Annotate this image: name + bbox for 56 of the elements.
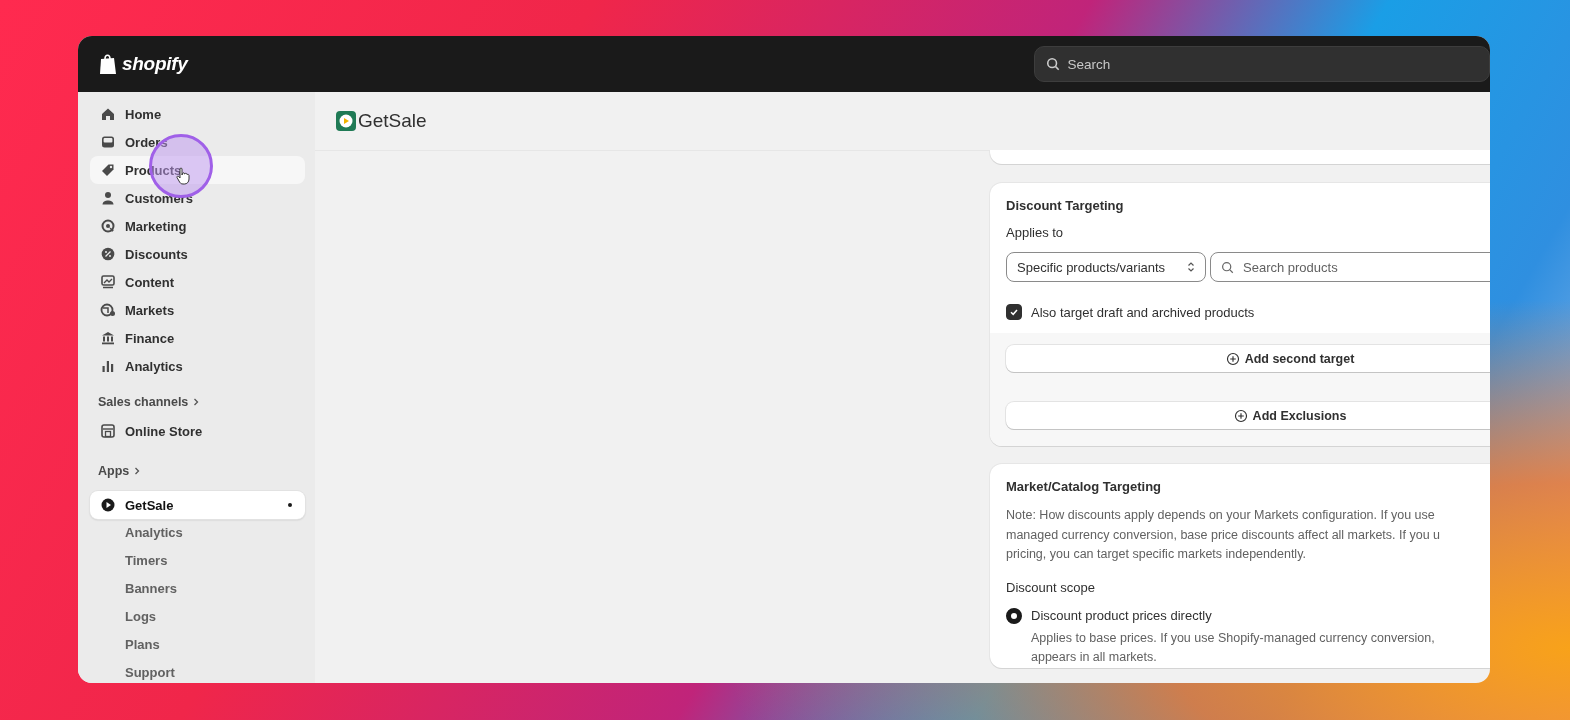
app-logo-icon <box>336 111 356 131</box>
sidebar-item[interactable]: Home <box>90 100 305 128</box>
option-description: Applies to base prices. If you use Shopify-managed currency conversion, appears in all markets. <box>1030 629 1436 666</box>
sidebar-subitem[interactable]: Logs <box>125 603 315 631</box>
tray-icon <box>100 134 116 150</box>
section-heading[interactable]: Sales channels <box>98 395 189 409</box>
search-icon <box>1046 57 1061 71</box>
chevron-right-icon <box>192 397 201 407</box>
sidebar-subitem[interactable]: Analytics <box>125 519 315 547</box>
field-label: Discount scope <box>1005 578 1096 596</box>
shopping-bag-icon <box>98 53 118 75</box>
section-heading[interactable]: Apps <box>98 464 130 478</box>
tag-icon <box>100 162 116 178</box>
chevron-right-icon <box>133 466 142 476</box>
card-title: Discount Targeting <box>1005 197 1125 213</box>
sidebar-item[interactable]: Discounts <box>90 240 305 268</box>
house-icon <box>100 106 116 122</box>
sidebar-subitem[interactable]: Timers <box>125 547 315 575</box>
note-text: Note: How discounts apply depends on your Markets configuration. If you use managed currency conversion, base price discounts affect all markets. If you u pricing, you can target specific markets independently. <box>1005 507 1441 563</box>
radio-button[interactable] <box>1006 607 1022 624</box>
applies-to-select[interactable]: Specific products/variants <box>1006 252 1206 282</box>
target-icon <box>100 218 116 234</box>
app-title: GetSale <box>358 110 427 132</box>
image-icon <box>100 274 116 290</box>
sidebar-subitem[interactable]: Support <box>125 659 315 683</box>
checkbox-label: Also target draft and archived products <box>1031 304 1255 320</box>
globe-icon <box>100 302 116 318</box>
card-title: Market/Catalog Targeting <box>1005 478 1163 494</box>
search-icon <box>1221 260 1234 274</box>
person-icon <box>100 190 116 206</box>
sidebar-item[interactable]: Online Store <box>90 417 305 445</box>
sidebar-item[interactable]: Customers <box>90 184 305 212</box>
sidebar-item[interactable]: Finance <box>90 324 305 352</box>
radio-label: Discount product prices directly <box>1031 608 1212 623</box>
add-button[interactable]: Add second target <box>1006 345 1490 372</box>
storefront-icon <box>100 423 116 439</box>
sidebar-item[interactable]: GetSale <box>90 491 305 519</box>
bar-chart-icon <box>100 358 116 374</box>
sidebar-subitem[interactable]: Banners <box>125 575 315 603</box>
plus-circle-icon <box>1233 408 1248 423</box>
sidebar-item[interactable]: Marketing <box>90 212 305 240</box>
play-circle-icon <box>100 497 116 513</box>
up-down-chevron-icon <box>1187 261 1195 273</box>
search-field[interactable]: Search <box>1034 46 1490 82</box>
sidebar-item[interactable]: Markets <box>90 296 305 324</box>
add-button[interactable]: Add Exclusions <box>1006 402 1490 429</box>
plus-circle-icon <box>1225 351 1240 366</box>
sidebar-subitem[interactable]: Plans <box>125 631 315 659</box>
bank-icon <box>100 330 116 346</box>
sidebar-item[interactable]: Analytics <box>90 352 305 380</box>
percent-badge-icon <box>100 246 116 262</box>
checkbox[interactable] <box>1006 304 1022 320</box>
brand-logo-text: shopify <box>122 53 188 75</box>
field-label: Applies to <box>1005 224 1065 240</box>
product-search-field[interactable]: Search products <box>1210 252 1490 282</box>
sidebar-item[interactable]: Content <box>90 268 305 296</box>
